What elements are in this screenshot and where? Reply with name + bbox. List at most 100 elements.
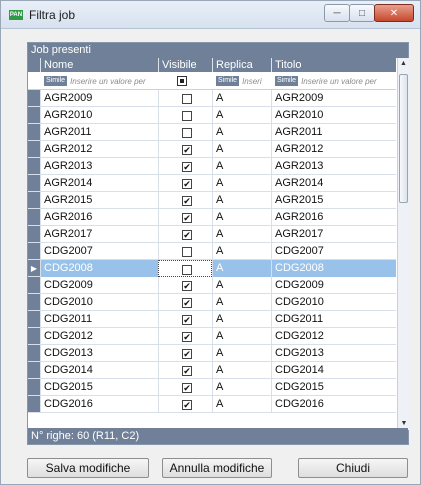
close-button[interactable]: Chiudi <box>298 458 408 478</box>
row-selector[interactable] <box>28 90 40 107</box>
row-selector[interactable] <box>28 311 40 328</box>
cell-visibile[interactable] <box>158 90 212 107</box>
checked-checkbox[interactable]: ✔ <box>182 349 192 359</box>
close-window-button[interactable]: ✕ <box>374 4 414 22</box>
minimize-button[interactable]: ─ <box>324 4 350 22</box>
cell-visibile[interactable]: ✔ <box>158 175 212 192</box>
column-header-titolo[interactable]: Titolo <box>271 58 396 72</box>
cell-titolo[interactable]: AGR2011 <box>271 124 396 141</box>
cell-visibile[interactable] <box>158 260 212 277</box>
cell-titolo[interactable]: AGR2015 <box>271 192 396 209</box>
checked-checkbox[interactable]: ✔ <box>182 400 192 410</box>
cell-replica[interactable]: A <box>212 141 271 158</box>
column-header-visibile[interactable]: Visibile <box>158 58 212 72</box>
cell-visibile[interactable]: ✔ <box>158 158 212 175</box>
cell-titolo[interactable]: AGR2009 <box>271 90 396 107</box>
cell-nome[interactable]: CDG2008 <box>40 260 158 277</box>
table-row[interactable]: AGR2014 ✔ A AGR2014 <box>28 175 396 192</box>
row-selector[interactable] <box>28 209 40 226</box>
maximize-button[interactable]: □ <box>349 4 375 22</box>
cell-titolo[interactable]: CDG2008 <box>271 260 396 277</box>
cell-titolo[interactable]: CDG2009 <box>271 277 396 294</box>
cell-visibile[interactable]: ✔ <box>158 209 212 226</box>
cell-nome[interactable]: CDG2010 <box>40 294 158 311</box>
checked-checkbox[interactable]: ✔ <box>182 230 192 240</box>
cell-visibile[interactable]: ✔ <box>158 379 212 396</box>
filter-operator-nome[interactable]: Simile <box>44 76 68 86</box>
cell-titolo[interactable]: AGR2013 <box>271 158 396 175</box>
cell-visibile[interactable]: ✔ <box>158 141 212 158</box>
cell-replica[interactable]: A <box>212 379 271 396</box>
cell-visibile[interactable]: ✔ <box>158 396 212 413</box>
table-row[interactable]: CDG2009 ✔ A CDG2009 <box>28 277 396 294</box>
row-selector[interactable] <box>28 124 40 141</box>
cell-nome[interactable]: AGR2009 <box>40 90 158 107</box>
table-row[interactable]: AGR2016 ✔ A AGR2016 <box>28 209 396 226</box>
cell-replica[interactable]: A <box>212 396 271 413</box>
cell-titolo[interactable]: AGR2010 <box>271 107 396 124</box>
cell-replica[interactable]: A <box>212 260 271 277</box>
table-row[interactable]: AGR2013 ✔ A AGR2013 <box>28 158 396 175</box>
cell-visibile[interactable]: ✔ <box>158 277 212 294</box>
table-row[interactable]: CDG2012 ✔ A CDG2012 <box>28 328 396 345</box>
checked-checkbox[interactable]: ✔ <box>182 298 192 308</box>
cell-nome[interactable]: CDG2012 <box>40 328 158 345</box>
table-row[interactable]: CDG2014 ✔ A CDG2014 <box>28 362 396 379</box>
table-row[interactable]: AGR2017 ✔ A AGR2017 <box>28 226 396 243</box>
checked-checkbox[interactable]: ✔ <box>182 366 192 376</box>
cell-replica[interactable]: A <box>212 90 271 107</box>
row-selector[interactable] <box>28 192 40 209</box>
cell-replica[interactable]: A <box>212 107 271 124</box>
cell-nome[interactable]: CDG2014 <box>40 362 158 379</box>
checked-checkbox[interactable]: ✔ <box>182 383 192 393</box>
cell-titolo[interactable]: AGR2014 <box>271 175 396 192</box>
checked-checkbox[interactable]: ✔ <box>182 281 192 291</box>
column-header-nome[interactable]: Nome <box>40 58 158 72</box>
cell-replica[interactable]: A <box>212 328 271 345</box>
cell-visibile[interactable] <box>158 107 212 124</box>
table-row[interactable]: AGR2010 A AGR2010 <box>28 107 396 124</box>
unchecked-checkbox[interactable] <box>182 247 192 257</box>
cell-nome[interactable]: AGR2010 <box>40 107 158 124</box>
row-selector[interactable] <box>28 158 40 175</box>
cell-titolo[interactable]: CDG2010 <box>271 294 396 311</box>
cell-visibile[interactable]: ✔ <box>158 345 212 362</box>
cell-replica[interactable]: A <box>212 209 271 226</box>
table-row[interactable]: ▶ CDG2008 A CDG2008 <box>28 260 396 277</box>
cell-replica[interactable]: A <box>212 243 271 260</box>
table-row[interactable]: CDG2015 ✔ A CDG2015 <box>28 379 396 396</box>
filter-operator-replica[interactable]: Simile <box>216 76 240 86</box>
checked-checkbox[interactable]: ✔ <box>182 179 192 189</box>
row-selector[interactable] <box>28 294 40 311</box>
cell-replica[interactable]: A <box>212 158 271 175</box>
table-row[interactable]: AGR2011 A AGR2011 <box>28 124 396 141</box>
row-selector[interactable] <box>28 277 40 294</box>
row-selector[interactable] <box>28 379 40 396</box>
cell-replica[interactable]: A <box>212 192 271 209</box>
cell-titolo[interactable]: CDG2015 <box>271 379 396 396</box>
cell-nome[interactable]: AGR2015 <box>40 192 158 209</box>
cell-titolo[interactable]: CDG2014 <box>271 362 396 379</box>
cancel-changes-button[interactable]: Annulla modifiche <box>162 458 272 478</box>
cell-replica[interactable]: A <box>212 124 271 141</box>
cell-nome[interactable]: AGR2011 <box>40 124 158 141</box>
cell-nome[interactable]: AGR2013 <box>40 158 158 175</box>
checked-checkbox[interactable]: ✔ <box>182 213 192 223</box>
title-bar[interactable]: PAN Filtra job ─ □ ✕ <box>1 1 420 29</box>
row-selector[interactable] <box>28 226 40 243</box>
cell-nome[interactable]: AGR2012 <box>40 141 158 158</box>
cell-nome[interactable]: AGR2014 <box>40 175 158 192</box>
vertical-scrollbar[interactable]: ▲ ▼ <box>397 58 409 430</box>
row-selector[interactable] <box>28 396 40 413</box>
cell-visibile[interactable] <box>158 243 212 260</box>
table-row[interactable]: CDG2011 ✔ A CDG2011 <box>28 311 396 328</box>
cell-visibile[interactable]: ✔ <box>158 294 212 311</box>
row-selector[interactable] <box>28 107 40 124</box>
current-row-indicator-icon[interactable]: ▶ <box>28 260 40 277</box>
cell-visibile[interactable]: ✔ <box>158 192 212 209</box>
cell-nome[interactable]: CDG2013 <box>40 345 158 362</box>
unchecked-checkbox[interactable] <box>182 111 192 121</box>
scroll-up-icon[interactable]: ▲ <box>398 58 409 70</box>
cell-replica[interactable]: A <box>212 226 271 243</box>
cell-visibile[interactable]: ✔ <box>158 362 212 379</box>
